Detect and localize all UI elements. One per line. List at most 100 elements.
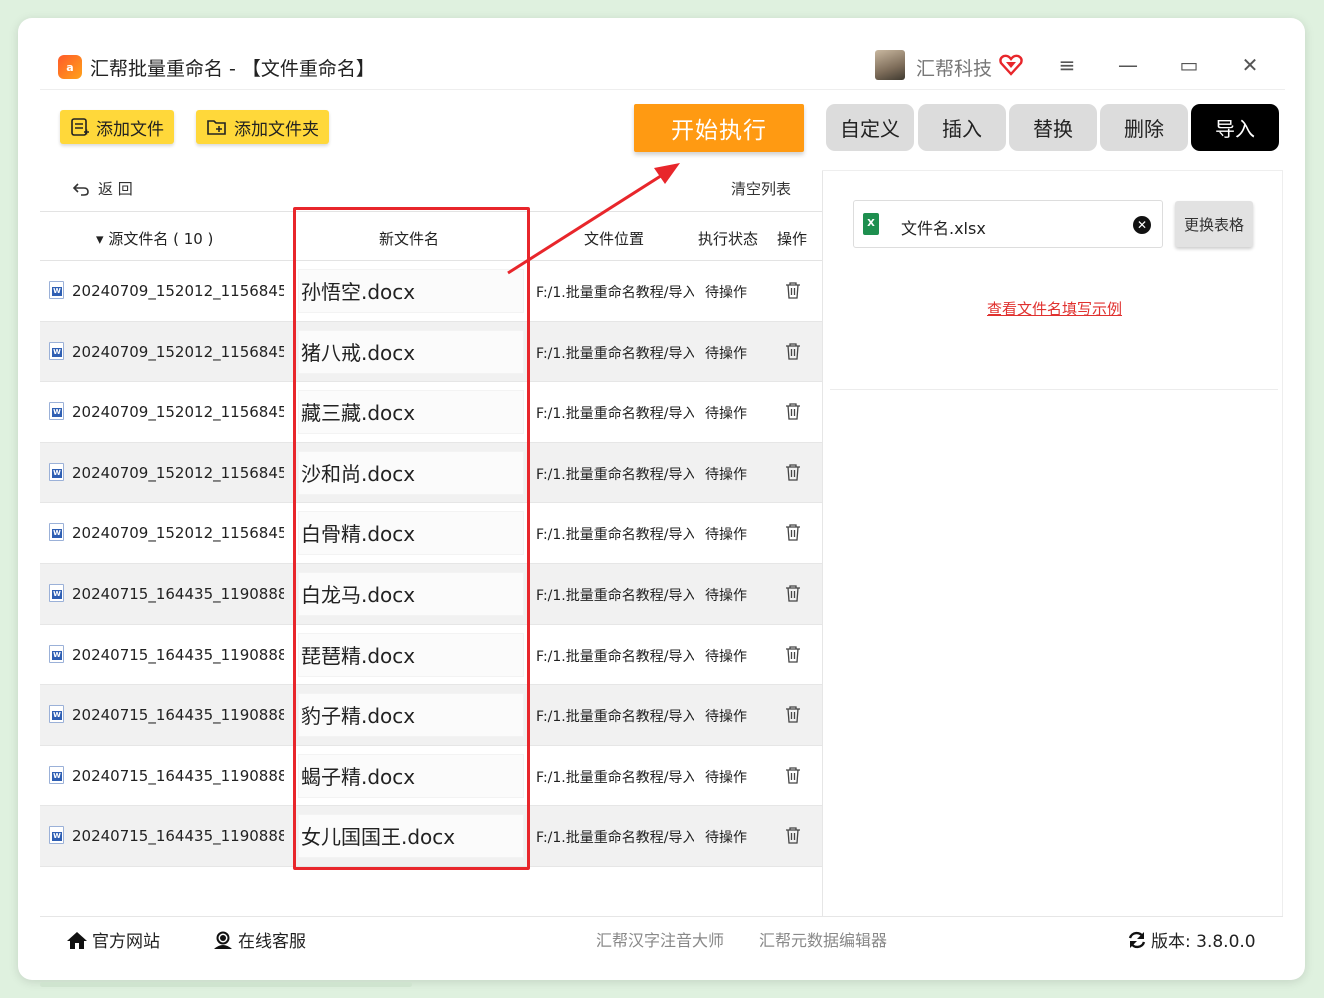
table-row[interactable]: 20240709_152012_115684555 猪八戒.docx F:/1.… [40, 321, 822, 383]
official-website-label: 官方网站 [92, 932, 160, 952]
file-location: F:/1.批量重命名教程/导入 [536, 466, 694, 483]
tab-delete[interactable]: 删除 [1100, 104, 1188, 151]
table-row[interactable]: 20240715_164435_119088861 琵琶精.docx F:/1.… [40, 625, 822, 686]
source-name: 20240709_152012_115684555 [72, 524, 284, 543]
trash-icon[interactable] [785, 826, 801, 844]
file-location: F:/1.批量重命名教程/导入 [536, 345, 694, 362]
online-support-link[interactable]: 在线客服 [212, 927, 306, 952]
user-avatar[interactable] [875, 50, 905, 80]
word-doc-icon [49, 765, 64, 784]
add-file-button[interactable]: 添加文件 [60, 110, 174, 144]
word-doc-icon [49, 826, 64, 845]
table-row[interactable]: 20240715_164435_119088861 女儿国国王.docx F:/… [40, 806, 822, 867]
online-support-label: 在线客服 [238, 932, 306, 952]
product-link-pinyin[interactable]: 汇帮汉字注音大师 [596, 927, 724, 951]
trash-icon[interactable] [785, 402, 801, 420]
new-name: 白骨精.docx [298, 511, 524, 556]
close-icon[interactable]: ✕ [1237, 52, 1263, 78]
tab-import[interactable]: 导入 [1191, 104, 1279, 151]
trash-icon[interactable] [785, 766, 801, 784]
source-name: 20240709_152012_115684555 [72, 463, 284, 482]
add-folder-button[interactable]: 添加文件夹 [196, 110, 329, 144]
brand-name: 汇帮科技 [916, 58, 993, 80]
file-list: 20240709_152012_115684555 孙悟空.docx F:/1.… [40, 261, 822, 867]
home-icon [67, 931, 87, 949]
exec-status: 待操作 [705, 527, 747, 544]
new-name: 豹子精.docx [298, 693, 524, 738]
new-name: 藏三藏.docx [298, 390, 524, 435]
panel-divider [822, 170, 823, 916]
trash-icon[interactable] [785, 342, 801, 360]
back-label: 返 回 [98, 180, 133, 198]
official-website-link[interactable]: 官方网站 [66, 927, 160, 952]
start-button[interactable]: 开始执行 [634, 104, 804, 152]
source-name: 20240709_152012_115684555 [72, 403, 284, 422]
change-table-button[interactable]: 更换表格 [1175, 201, 1253, 247]
list-header: ▾ 源文件名 ( 10 ) 新文件名 文件位置 执行状态 操作 [40, 211, 822, 261]
back-arrow-icon [72, 182, 89, 196]
clear-file-icon[interactable]: ✕ [1133, 216, 1151, 234]
clear-list-button[interactable]: 清空列表 [731, 178, 791, 199]
source-column-header[interactable]: ▾ 源文件名 ( 10 ) [96, 228, 213, 249]
exec-status: 待操作 [705, 830, 747, 847]
source-name: 20240715_164435_119088861 [72, 584, 284, 603]
status-column-header: 执行状态 [698, 230, 759, 248]
import-file-name: 文件名.xlsx [901, 219, 986, 238]
file-location: F:/1.批量重命名教程/导入 [536, 769, 694, 786]
new-name: 猪八戒.docx [298, 329, 524, 374]
app-logo-icon: a [58, 55, 82, 79]
table-row[interactable]: 20240709_152012_115684555 白骨精.docx F:/1.… [40, 503, 822, 564]
trash-icon[interactable] [785, 705, 801, 723]
new-name: 蝎子精.docx [298, 753, 524, 798]
newname-column-header: 新文件名 [379, 230, 440, 248]
file-location: F:/1.批量重命名教程/导入 [536, 527, 694, 544]
tab-insert[interactable]: 插入 [918, 104, 1006, 151]
panel-top-border [822, 170, 1282, 171]
source-name: 20240715_164435_119088861 [72, 645, 284, 664]
new-name: 孙悟空.docx [298, 269, 524, 313]
tab-custom[interactable]: 自定义 [826, 104, 914, 151]
trash-icon[interactable] [785, 523, 801, 542]
trash-icon[interactable] [785, 463, 801, 481]
product-link-metadata[interactable]: 汇帮元数据编辑器 [759, 927, 887, 951]
trash-icon[interactable] [785, 645, 801, 663]
file-location: F:/1.批量重命名教程/导入 [536, 709, 694, 726]
maximize-icon[interactable]: ▭ [1176, 52, 1202, 78]
source-name: 20240715_164435_119088861 [72, 827, 284, 846]
exec-status: 待操作 [705, 769, 747, 786]
trash-icon[interactable] [785, 281, 801, 299]
table-row[interactable]: 20240709_152012_115684555 孙悟空.docx F:/1.… [40, 261, 822, 322]
add-file-icon [71, 118, 89, 136]
file-location: F:/1.批量重命名教程/导入 [536, 648, 694, 665]
new-name: 白龙马.docx [298, 571, 524, 616]
exec-status: 待操作 [705, 285, 747, 301]
word-doc-icon [49, 341, 64, 360]
support-agent-icon [214, 931, 232, 949]
word-doc-icon [49, 462, 64, 481]
source-column-label: 源文件名 ( 10 ) [108, 230, 214, 248]
import-file-field[interactable]: X 文件名.xlsx ✕ [853, 200, 1163, 248]
word-doc-icon [49, 705, 64, 724]
trash-icon[interactable] [785, 584, 801, 602]
table-row[interactable]: 20240715_164435_119088861 蝎子精.docx F:/1.… [40, 746, 822, 807]
vip-heart-icon[interactable] [998, 52, 1024, 78]
action-column-header: 操作 [777, 230, 808, 248]
exec-status: 待操作 [705, 406, 747, 423]
word-doc-icon [49, 644, 64, 663]
back-button[interactable]: 返 回 [72, 178, 133, 199]
table-row[interactable]: 20240709_152012_115684555 沙和尚.docx F:/1.… [40, 442, 822, 504]
table-row[interactable]: 20240709_152012_115684555 藏三藏.docx F:/1.… [40, 382, 822, 443]
table-row[interactable]: 20240715_164435_119088861 豹子精.docx F:/1.… [40, 685, 822, 746]
menu-icon[interactable]: ≡ [1054, 52, 1080, 78]
minimize-icon[interactable]: — [1115, 52, 1141, 78]
word-doc-icon [49, 583, 64, 602]
tab-replace[interactable]: 替换 [1009, 104, 1097, 151]
file-location: F:/1.批量重命名教程/导入 [536, 830, 694, 847]
location-column-header: 文件位置 [584, 230, 645, 248]
add-folder-icon [207, 120, 226, 135]
exec-status: 待操作 [705, 648, 747, 665]
view-example-link[interactable]: 查看文件名填写示例 [987, 298, 1122, 319]
panel-separator [830, 389, 1278, 390]
table-row[interactable]: 20240715_164435_119088861 白龙马.docx F:/1.… [40, 563, 822, 625]
version-info[interactable]: 版本: 3.8.0.0 [1127, 927, 1256, 952]
